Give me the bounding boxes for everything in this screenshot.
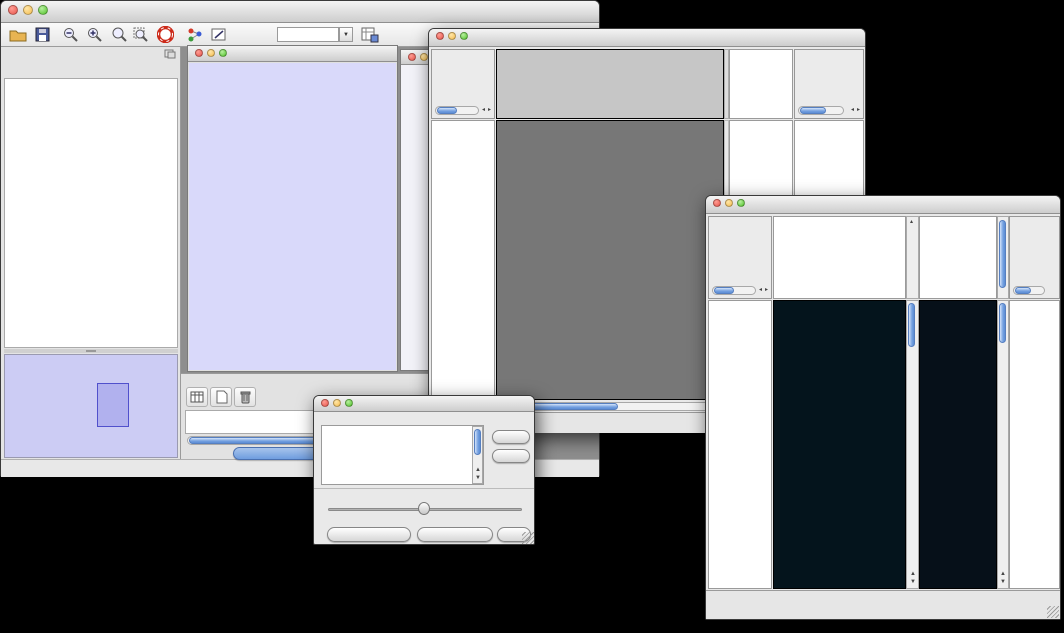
hints-hscrollbar[interactable] — [1013, 286, 1045, 295]
zoom-heatmap[interactable] — [730, 121, 792, 183]
zoom-window-icon[interactable] — [219, 49, 227, 57]
zoom-column-labels — [919, 216, 997, 299]
close-icon[interactable] — [321, 399, 329, 407]
attribute-select-button[interactable] — [186, 387, 208, 407]
treeview-combined-buttonbar — [706, 590, 1060, 619]
zoom-window-icon[interactable] — [737, 199, 745, 207]
resize-grip[interactable] — [1047, 606, 1059, 618]
minimize-icon[interactable] — [207, 49, 215, 57]
zoom-out-icon[interactable] — [63, 27, 79, 43]
overview-viewport-rect[interactable] — [97, 383, 129, 427]
global-vscrollbar[interactable]: ▲▼ — [906, 300, 919, 589]
map-colors-dialog: ▲▼ — [313, 395, 535, 545]
import-table-icon[interactable] — [361, 26, 379, 43]
map-colors-titlebar[interactable] — [314, 396, 534, 412]
treeview-combined-window: ◂▸ ▴ ▲▼ ▲▼ — [705, 195, 1061, 620]
usage-hints-panel — [1009, 216, 1060, 299]
hints-hscrollbar[interactable] — [798, 106, 844, 115]
treeview-combined-titlebar[interactable] — [706, 196, 1060, 214]
help-lifesaver-icon[interactable] — [157, 26, 174, 43]
zoom-fit-icon[interactable] — [133, 27, 149, 43]
attribute-listbox[interactable]: ▲▼ — [321, 425, 484, 485]
annotation-icon[interactable] — [211, 27, 228, 43]
view-status-panel: ◂▸ — [708, 216, 772, 299]
column-dendrogram-svg — [774, 217, 905, 298]
network-overview[interactable] — [4, 354, 178, 458]
move-down-button[interactable] — [492, 449, 530, 463]
global-vscroll-top-strip[interactable]: ▴ — [906, 216, 919, 299]
close-icon[interactable] — [8, 5, 18, 15]
create-vizmap-button[interactable] — [417, 527, 493, 542]
close-icon[interactable] — [408, 53, 416, 61]
column-dendrogram-area[interactable] — [773, 216, 906, 299]
move-up-button[interactable] — [492, 430, 530, 444]
attribute-vscrollbar[interactable]: ▲▼ — [472, 426, 483, 484]
control-panel — [1, 47, 181, 459]
column-dendrogram-svg — [497, 50, 723, 118]
row-dendrogram-svg — [709, 301, 771, 588]
close-icon[interactable] — [436, 32, 444, 40]
vscroll-thumb[interactable] — [999, 220, 1006, 288]
minimize-icon[interactable] — [23, 5, 33, 15]
vscroll-thumb[interactable] — [999, 303, 1006, 343]
close-icon[interactable] — [713, 199, 721, 207]
row-dendrogram[interactable] — [431, 120, 495, 400]
vizmapper-icon[interactable] — [187, 27, 203, 43]
slider-thumb[interactable] — [418, 502, 430, 515]
zoom-selected-icon[interactable] — [111, 27, 127, 43]
network-view-window — [187, 45, 398, 372]
global-heatmap[interactable] — [773, 300, 906, 589]
overview-thumbnail — [5, 355, 177, 457]
window-controls[interactable] — [8, 5, 48, 15]
save-icon[interactable] — [35, 27, 50, 42]
main-titlebar[interactable] — [1, 1, 599, 23]
desktop: { "main_window": { "title": "Cytoscape D… — [0, 0, 1064, 633]
resize-grip[interactable] — [522, 532, 534, 544]
close-icon[interactable] — [195, 49, 203, 57]
search-dropdown-button[interactable]: ▼ — [339, 27, 353, 42]
global-heatmap[interactable] — [496, 120, 724, 400]
minimize-icon[interactable] — [420, 53, 428, 61]
zoom-window-icon[interactable] — [460, 32, 468, 40]
network-canvas[interactable] — [189, 63, 396, 370]
status-hscrollbar[interactable] — [435, 106, 479, 115]
search-input[interactable] — [277, 27, 339, 42]
panel-splitter[interactable] — [4, 349, 178, 353]
minimize-icon[interactable] — [448, 32, 456, 40]
row-labels-panel — [1009, 300, 1060, 589]
zoom-in-icon[interactable] — [87, 27, 103, 43]
labels-vscrollbar-top[interactable] — [997, 216, 1009, 299]
zoom-column-labels — [729, 49, 793, 119]
zoom-heatmap[interactable] — [919, 300, 997, 589]
zoom-window-icon[interactable] — [38, 5, 48, 15]
float-panel-icon[interactable] — [164, 49, 176, 59]
control-panel-tabs — [4, 60, 178, 76]
labels-vscrollbar[interactable]: ▲▼ — [997, 300, 1009, 589]
row-dendrogram[interactable] — [708, 300, 772, 589]
zoom-window-icon[interactable] — [345, 399, 353, 407]
open-file-icon[interactable] — [9, 27, 27, 42]
vscroll-thumb[interactable] — [474, 429, 481, 455]
new-attribute-button[interactable] — [210, 387, 232, 407]
vscroll-thumb[interactable] — [908, 303, 915, 347]
view-status-panel: ◂▸ — [431, 49, 495, 119]
row-dendrogram-svg — [432, 121, 494, 399]
usage-hints-panel: ◂▸ — [794, 49, 864, 119]
minimize-icon[interactable] — [333, 399, 341, 407]
animate-vizmap-button[interactable] — [327, 527, 411, 542]
delete-attribute-button[interactable] — [234, 387, 256, 407]
column-dendrogram[interactable] — [496, 49, 724, 119]
status-hscrollbar[interactable] — [712, 286, 756, 295]
network-table — [4, 78, 178, 348]
treeview-dna-titlebar[interactable] — [429, 29, 865, 47]
minimize-icon[interactable] — [725, 199, 733, 207]
